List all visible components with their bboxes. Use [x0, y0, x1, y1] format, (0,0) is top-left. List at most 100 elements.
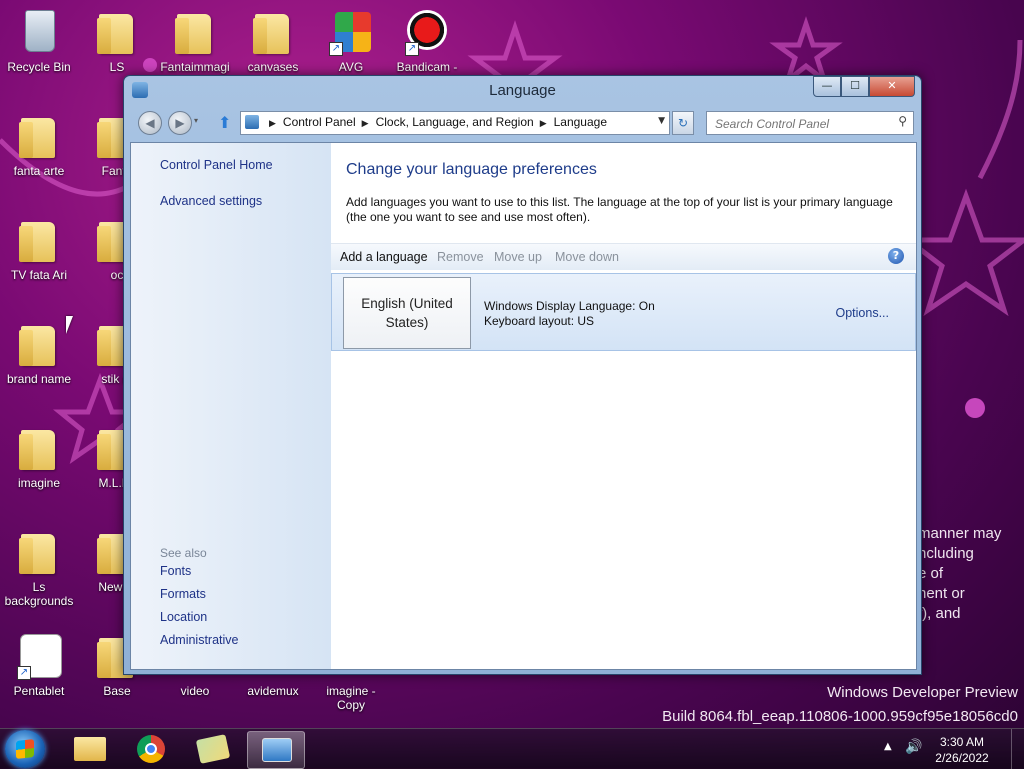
desktop-icon-label: video: [180, 684, 210, 698]
move-up-button[interactable]: Move up: [494, 250, 542, 264]
taskbar-control-panel[interactable]: [247, 731, 305, 769]
recycle-bin-icon: [25, 10, 55, 52]
wallpaper-text-line: ncluding: [918, 545, 974, 562]
desktop-icon-pentablet[interactable]: ↗ Pentablet: [2, 628, 76, 718]
control-panel-icon: [245, 115, 259, 129]
show-desktop-button[interactable]: [1011, 729, 1024, 769]
desktop-icon-folder[interactable]: fanta arte: [2, 108, 76, 198]
breadcrumb: ▶ Control Panel ▶ Clock, Language, and Regi…: [263, 115, 607, 129]
window-title: Language: [489, 82, 556, 99]
shortcut-arrow-icon: ↗: [329, 42, 343, 56]
show-hidden-icons-icon[interactable]: ▲: [884, 741, 892, 752]
watermark-build: Build 8064.fbl_eeap.110806-1000.959cf95e…: [662, 708, 1018, 725]
desktop-icon-label: avidemux: [247, 684, 299, 698]
shortcut-arrow-icon: ↗: [405, 42, 419, 56]
title-bar[interactable]: Language — ☐ ✕: [124, 76, 921, 106]
chevron-right-icon: ▶: [269, 118, 276, 128]
left-pane: Control Panel Home Advanced settings See…: [131, 143, 331, 669]
location-link[interactable]: Location: [160, 610, 207, 624]
taskbar-paint[interactable]: [186, 731, 242, 767]
language-list-item[interactable]: English (United States) Windows Display …: [331, 273, 916, 351]
refresh-button[interactable]: ↻: [672, 111, 694, 135]
desktop-icon-label: Base: [103, 684, 131, 698]
fonts-link[interactable]: Fonts: [160, 564, 191, 578]
chrome-icon-center: [145, 743, 157, 755]
back-arrow-icon: ◀: [145, 116, 155, 130]
recent-pages-dropdown[interactable]: ▾: [194, 116, 198, 125]
search-input[interactable]: [713, 114, 887, 134]
desktop-icon-folder[interactable]: imagine: [2, 420, 76, 510]
desktop-icon-label: Pentablet: [13, 684, 65, 698]
help-icon[interactable]: ?: [888, 248, 904, 264]
address-bar[interactable]: ▶ Control Panel ▶ Clock, Language, and Regi…: [240, 111, 670, 135]
main-pane: Change your language preferences Add lan…: [331, 143, 916, 669]
maximize-button[interactable]: ☐: [841, 76, 869, 97]
watermark-edition: Windows Developer Preview: [827, 684, 1018, 701]
paint-icon: [195, 734, 231, 764]
search-icon[interactable]: ⚲: [898, 114, 907, 128]
desktop-icon-folder[interactable]: TV fata Ari: [2, 212, 76, 302]
formats-link[interactable]: Formats: [160, 587, 206, 601]
wallpaper-text: manner may ncluding e of nent or f), and: [918, 524, 1001, 624]
taskbar-chrome[interactable]: [124, 731, 180, 767]
up-arrow-icon: ⬆: [218, 113, 232, 132]
clock-date: 2/26/2022: [935, 751, 989, 765]
breadcrumb-language[interactable]: Language: [554, 115, 607, 129]
desktop-icon-label: AVG: [338, 60, 364, 74]
back-button[interactable]: ◀: [138, 111, 162, 135]
taskbar-file-explorer[interactable]: [62, 731, 118, 767]
options-link[interactable]: Options...: [836, 306, 890, 320]
remove-button[interactable]: Remove: [437, 250, 484, 264]
desktop-icon-label: LS: [109, 60, 125, 74]
up-button[interactable]: ⬆: [218, 113, 231, 132]
language-info: Windows Display Language: On Keyboard la…: [484, 299, 655, 329]
keyboard-layout: Keyboard layout: US: [484, 314, 595, 328]
chevron-right-icon[interactable]: ▶: [540, 118, 547, 128]
desktop-icon-label: imagine: [17, 476, 61, 490]
desktop-icon-label: Ls backgrounds: [4, 580, 74, 608]
address-dropdown-icon[interactable]: ▼: [658, 116, 665, 126]
minimize-button[interactable]: —: [813, 76, 841, 97]
language-toolbar: Add a language Remove Move up Move down …: [331, 243, 916, 270]
clock[interactable]: 3:30 AM 2/26/2022: [922, 734, 1002, 766]
breadcrumb-clock-language-region[interactable]: Clock, Language, and Region: [376, 115, 534, 129]
language-window: Language — ☐ ✕ ◀ ▶ ▾ ⬆ ▶ Control Panel ▶ Cl…: [123, 75, 922, 675]
desktop-icon-label: imagine - Copy: [326, 684, 376, 712]
control-panel-home-link[interactable]: Control Panel Home: [160, 158, 273, 172]
administrative-link[interactable]: Administrative: [160, 633, 239, 647]
taskbar: ▲ 🔊 3:30 AM 2/26/2022: [0, 728, 1024, 769]
search-box[interactable]: ⚲: [706, 111, 914, 135]
wallpaper-text-line: e of: [918, 565, 944, 582]
mouse-cursor: [66, 316, 73, 334]
page-description: Add languages you want to use to this li…: [346, 195, 893, 224]
desktop-icon-recycle-bin[interactable]: Recycle Bin: [2, 4, 76, 94]
language-name: English (United States): [343, 277, 471, 349]
folder-icon: [19, 326, 55, 366]
folder-icon: [175, 14, 211, 54]
desktop-icon-label: fanta arte: [13, 164, 65, 178]
advanced-settings-link[interactable]: Advanced settings: [160, 194, 262, 208]
volume-icon[interactable]: 🔊: [905, 739, 922, 755]
folder-icon: [19, 118, 55, 158]
desktop-icon-folder[interactable]: Ls backgrounds: [2, 524, 76, 614]
folder-icon: [19, 222, 55, 262]
see-also-label: See also: [160, 546, 207, 560]
desktop-icon-label: brand name: [6, 372, 72, 386]
chevron-right-icon[interactable]: ▶: [362, 118, 369, 128]
navigation-bar: ◀ ▶ ▾ ⬆ ▶ Control Panel ▶ Clock, Language, …: [134, 108, 914, 136]
folder-icon: [19, 534, 55, 574]
add-language-button[interactable]: Add a language: [340, 250, 428, 264]
desktop-icon-label: Fantaimmagi: [160, 60, 230, 74]
move-down-button[interactable]: Move down: [555, 250, 619, 264]
control-panel-icon: [262, 738, 292, 762]
desktop-icon-folder[interactable]: brand name: [2, 316, 76, 406]
forward-arrow-icon: ▶: [175, 116, 185, 130]
forward-button[interactable]: ▶: [168, 111, 192, 135]
start-button[interactable]: [5, 730, 45, 768]
close-button[interactable]: ✕: [869, 76, 915, 97]
desktop-icon-label: canvases: [247, 60, 299, 74]
desktop-icon-label: Bandicam -: [396, 60, 458, 74]
breadcrumb-control-panel[interactable]: Control Panel: [283, 115, 356, 129]
wallpaper-text-line: nent or: [918, 585, 965, 602]
window-content: Control Panel Home Advanced settings See…: [130, 142, 917, 670]
